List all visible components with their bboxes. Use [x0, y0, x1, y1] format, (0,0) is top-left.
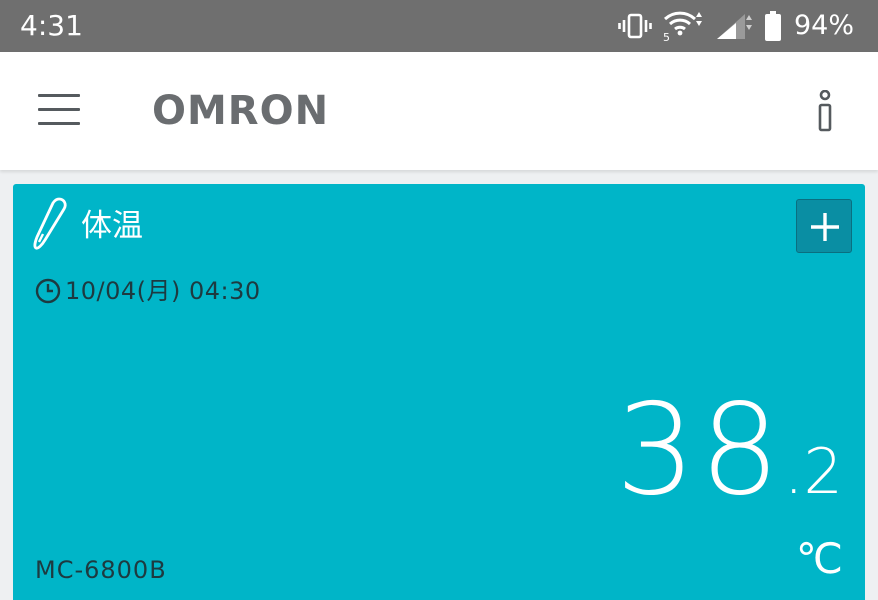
info-button[interactable] — [816, 89, 834, 132]
omron-logo: OMRON — [152, 88, 330, 134]
battery-percent: 94% — [793, 10, 854, 41]
thermometer-icon — [33, 197, 67, 250]
app-bar: OMRON — [0, 52, 878, 170]
measurement-datetime: 10/04(月) 04:30 — [35, 276, 261, 306]
status-time: 4:31 — [20, 9, 83, 42]
card-title: 体温 — [81, 208, 143, 244]
clock-icon — [35, 278, 61, 304]
reading-integer: 38 — [615, 376, 784, 523]
temperature-reading: 38.2 — [616, 380, 844, 520]
temperature-card[interactable]: 体温 10/04(月) 04:30 38.2 ℃ MC-6800B — [13, 184, 865, 600]
device-model: MC-6800B — [35, 556, 167, 584]
plus-icon — [811, 213, 839, 241]
menu-icon-line — [38, 122, 80, 125]
temperature-unit: ℃ — [795, 534, 843, 583]
menu-icon-line — [38, 108, 80, 111]
signal-icon — [716, 14, 752, 39]
reading-decimal: .2 — [783, 435, 843, 508]
wifi-icon: 5 — [663, 11, 702, 42]
add-measurement-button[interactable] — [796, 199, 852, 253]
menu-icon — [38, 94, 80, 97]
status-icons: 5 94% — [618, 8, 854, 44]
status-bar: 4:31 5 94% — [0, 0, 878, 52]
vibrate-icon — [618, 13, 652, 39]
datetime-text: 10/04(月) 04:30 — [65, 277, 261, 305]
battery-icon — [764, 11, 781, 41]
info-icon — [818, 89, 832, 132]
svg-text:5: 5 — [663, 31, 670, 42]
menu-button[interactable] — [38, 92, 80, 128]
